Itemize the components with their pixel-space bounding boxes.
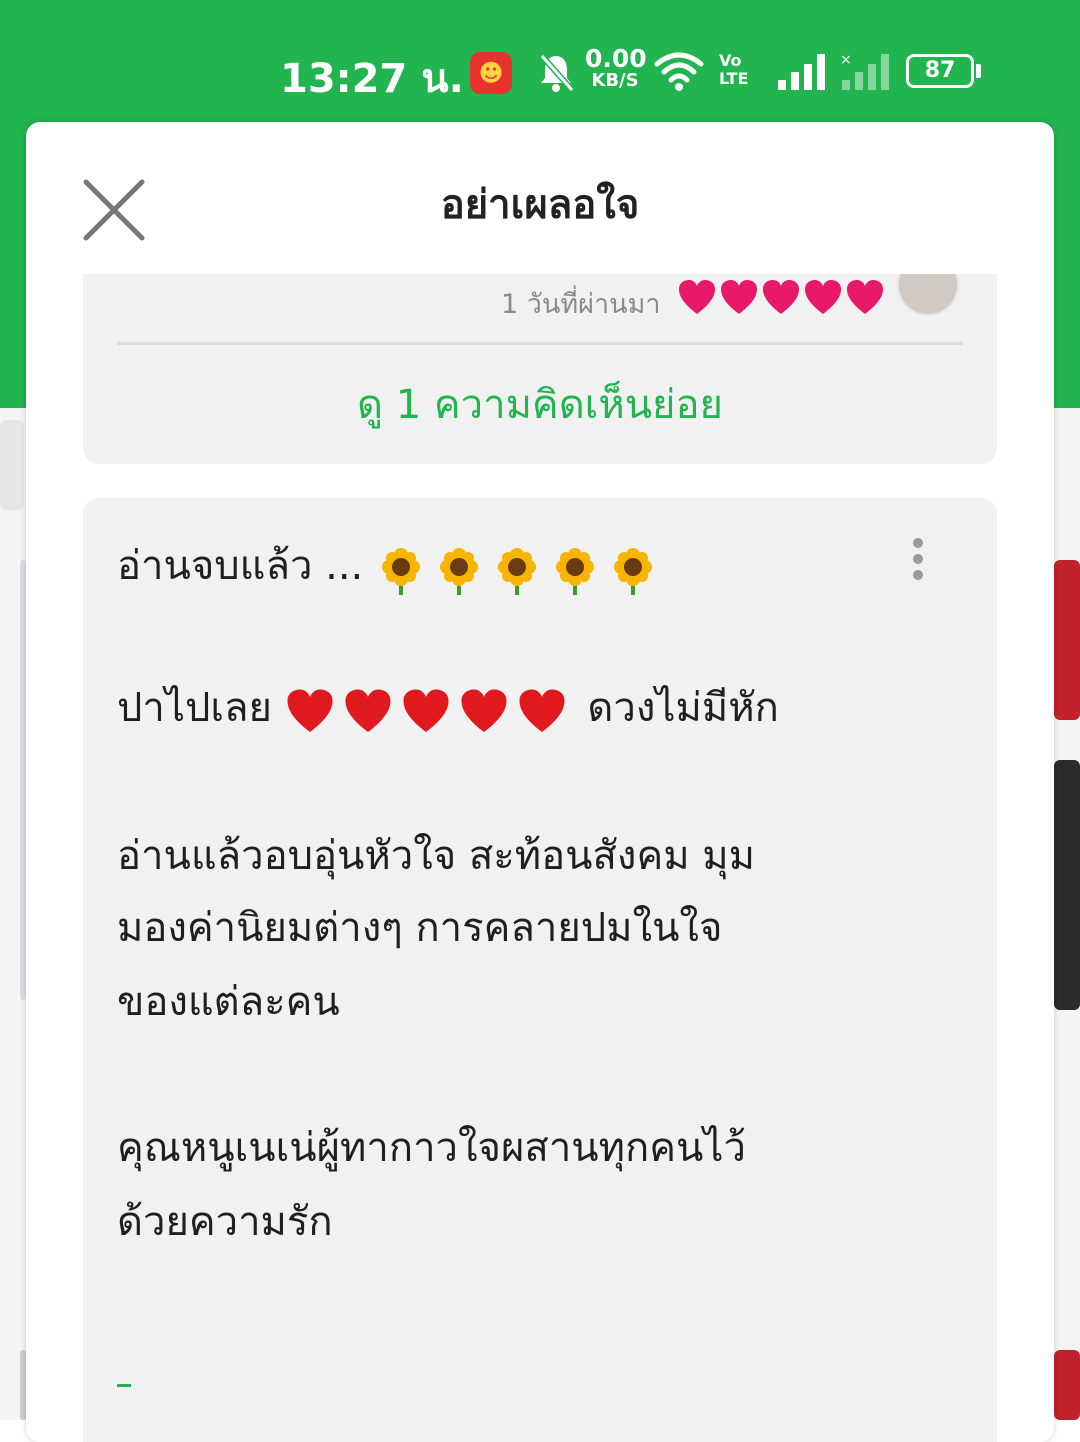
heart-icon: [803, 278, 843, 318]
sunflower-icon: [376, 545, 426, 595]
network-speed-value: 0.00: [585, 44, 647, 73]
avatar[interactable]: [897, 274, 959, 316]
heart-reactions: [677, 278, 887, 318]
heart-icon: [761, 278, 801, 318]
divider: [117, 342, 963, 345]
red-heart-icon: [343, 687, 393, 737]
status-time: 13:27 น.: [280, 56, 464, 102]
comment-text: ดวงไม่มีหัก: [587, 685, 779, 731]
battery-icon: 87: [906, 54, 974, 88]
background-card-edge: [1054, 560, 1080, 720]
red-heart-icon: [401, 687, 451, 737]
comment-text: ปาไปเลย: [117, 685, 272, 731]
sunflower-icon: [434, 545, 484, 595]
red-heart-icon: [285, 687, 335, 737]
view-replies-link[interactable]: ดู 1 ความคิดเห็นย่อย: [83, 372, 997, 436]
network-speed: 0.00 KB/S: [585, 44, 647, 92]
comment-card: 1 วันที่ผ่านมา ดู 1 ความคิดเห็นย่อย: [83, 274, 997, 464]
sheet-title: อย่าเผลอใจ: [440, 182, 640, 228]
more-options-icon[interactable]: [903, 538, 933, 584]
status-bar: 13:27 น. ☻ 0.00 KB/S Vo LTE × 87: [0, 0, 1080, 124]
comment-card: อ่านจบแล้ว ... ปาไปเลย ดวงไม่มีหัก อ่านแ…: [83, 498, 997, 1442]
heart-icon: [677, 278, 717, 318]
comment-text: ของแต่ละคน: [117, 979, 340, 1025]
text-cursor: [117, 1384, 131, 1387]
red-heart-emoji-row: [285, 682, 575, 738]
volte-line2: LTE: [719, 69, 749, 88]
comment-text: ด้วยความรัก: [117, 1199, 333, 1245]
comments-sheet: อย่าเผลอใจ 1 วันที่ผ่านมา ดู 1 ความคิดเห…: [26, 122, 1054, 1442]
signal-sim2-icon: ×: [840, 52, 889, 90]
red-heart-icon: [459, 687, 509, 737]
signal-sim1-icon: [778, 54, 825, 90]
battery-tip: [976, 64, 981, 78]
background-card-edge: [1054, 1350, 1080, 1420]
comments-list[interactable]: 1 วันที่ผ่านมา ดู 1 ความคิดเห็นย่อย อ่าน…: [26, 274, 1054, 1442]
wifi-icon: [654, 52, 704, 91]
heart-icon: [845, 278, 885, 318]
app-notification-icon: ☻: [470, 52, 512, 94]
sunflower-icon: [550, 545, 600, 595]
network-speed-unit: KB/S: [591, 70, 639, 91]
comment-time-ago: 1 วันที่ผ่านมา: [501, 289, 661, 320]
sunflower-icon: [608, 545, 658, 595]
heart-icon: [719, 278, 759, 318]
sunflower-emoji-row: [376, 540, 666, 596]
comment-text: คุณหนูเนเน่ผู้ทากาวใจผสานทุกคนไว้: [117, 1125, 746, 1171]
comment-line: อ่านจบแล้ว ...: [117, 538, 666, 596]
svg-text:×: ×: [840, 52, 852, 68]
volte-indicator: Vo LTE: [719, 52, 748, 88]
comment-line: ปาไปเลย ดวงไม่มีหัก: [117, 680, 779, 738]
sunflower-icon: [492, 545, 542, 595]
background-card-edge: [1054, 760, 1080, 1010]
comment-text: อ่านแล้วอบอุ่นหัวใจ สะท้อนสังคม มุม: [117, 833, 756, 879]
red-heart-icon: [517, 687, 567, 737]
comment-text: มองค่านิยมต่างๆ การคลายปมในใจ: [117, 905, 723, 951]
volte-line1: Vo: [719, 51, 742, 70]
comment-text: อ่านจบแล้ว ...: [117, 543, 364, 589]
bell-muted-icon: [539, 54, 575, 92]
background-card-edge: [0, 420, 24, 510]
